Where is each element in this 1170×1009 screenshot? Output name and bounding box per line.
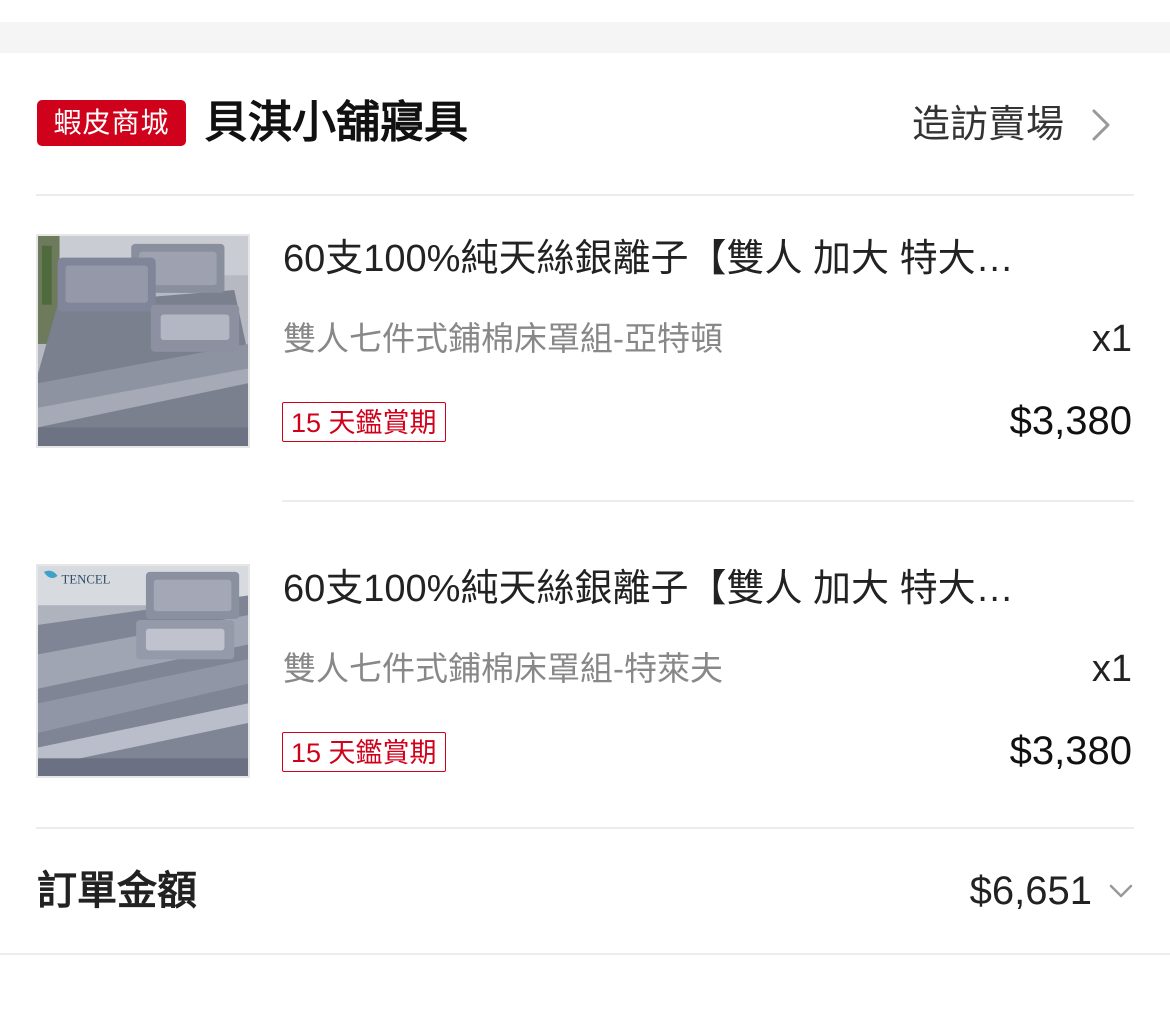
- product-title: 60支100%純天絲銀離子【雙人 加大 特大…: [283, 238, 1014, 280]
- next-section-cutoff: [37, 1004, 205, 1009]
- chevron-right-icon: [1092, 109, 1110, 141]
- product-quantity: x1: [1091, 318, 1132, 360]
- product-title: 60支100%純天絲銀離子【雙人 加大 特大…: [283, 568, 1014, 610]
- product-thumbnail: [36, 234, 250, 448]
- product-price: $3,380: [1009, 399, 1132, 443]
- bedding-photo-icon: TENCEL: [38, 566, 248, 776]
- product-item[interactable]: 60支100%純天絲銀離子【雙人 加大 特大… 雙人七件式鋪棉床罩組-亞特頓 x…: [0, 234, 1170, 464]
- product-variant: 雙人七件式鋪棉床罩組-特萊夫: [283, 650, 723, 687]
- shopee-mall-badge: 蝦皮商城: [37, 100, 186, 146]
- header-divider: [36, 194, 1134, 196]
- shop-header: 蝦皮商城 貝淇小舖寢具 造訪賣場: [0, 53, 1170, 195]
- visit-shop-button[interactable]: 造訪賣場: [912, 97, 1142, 153]
- shop-name[interactable]: 貝淇小舖寢具: [204, 95, 468, 151]
- visit-shop-label: 造訪賣場: [912, 104, 1065, 146]
- product-item[interactable]: TENCEL 60支100%純天絲銀離子【雙人 加大 特大… 雙人七件式鋪棉床罩…: [0, 564, 1170, 794]
- product-thumbnail: TENCEL: [36, 564, 250, 778]
- return-period-tag: 15 天鑑賞期: [282, 402, 446, 442]
- product-divider: [282, 500, 1134, 502]
- order-total-label: 訂單金額: [37, 869, 197, 913]
- order-total-toggle[interactable]: $6,651: [970, 862, 1134, 920]
- products-bottom-divider: [36, 827, 1134, 829]
- section-gap: [0, 22, 1170, 53]
- order-total-row[interactable]: 訂單金額 $6,651: [0, 830, 1170, 954]
- product-quantity: x1: [1091, 648, 1132, 690]
- chevron-down-icon: [1109, 884, 1133, 898]
- top-blank-area: [0, 0, 1170, 22]
- order-total-value: $6,651: [969, 869, 1092, 913]
- product-price: $3,380: [1009, 729, 1132, 773]
- bedding-photo-icon: [38, 236, 248, 446]
- tencel-brand-text: TENCEL: [62, 573, 111, 587]
- order-total-divider: [0, 953, 1170, 955]
- return-period-tag: 15 天鑑賞期: [282, 732, 446, 772]
- product-variant: 雙人七件式鋪棉床罩組-亞特頓: [283, 320, 723, 357]
